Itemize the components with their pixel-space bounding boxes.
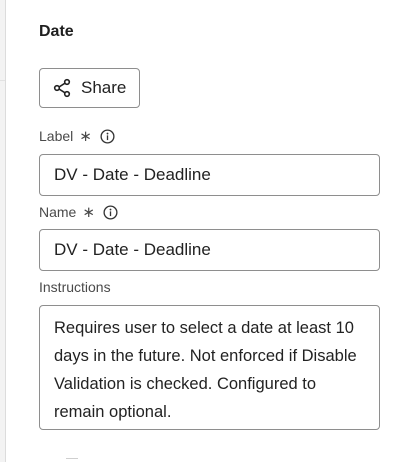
- required-indicator: ∗: [82, 203, 95, 221]
- label-field-text: Label: [39, 128, 74, 144]
- share-button-label: Share: [81, 78, 127, 97]
- label-input[interactable]: [39, 154, 380, 196]
- share-button[interactable]: Share: [39, 68, 140, 108]
- properties-panel: Date Share Label ∗ Name ∗ Ins: [6, 0, 402, 462]
- label-field-label: Label ∗: [39, 128, 115, 144]
- instructions-textarea[interactable]: Requires user to select a date at least …: [39, 305, 380, 430]
- name-field-label: Name ∗: [39, 204, 118, 220]
- required-indicator: ∗: [79, 127, 92, 145]
- share-icon: [53, 78, 71, 98]
- name-input[interactable]: [39, 229, 380, 271]
- info-icon[interactable]: [103, 204, 118, 220]
- section-title: Date: [39, 23, 74, 40]
- name-field-text: Name: [39, 204, 77, 220]
- instructions-field-label: Instructions: [39, 279, 111, 295]
- next-field-hint: [66, 458, 78, 459]
- info-icon[interactable]: [100, 128, 115, 144]
- instructions-field-text: Instructions: [39, 279, 111, 295]
